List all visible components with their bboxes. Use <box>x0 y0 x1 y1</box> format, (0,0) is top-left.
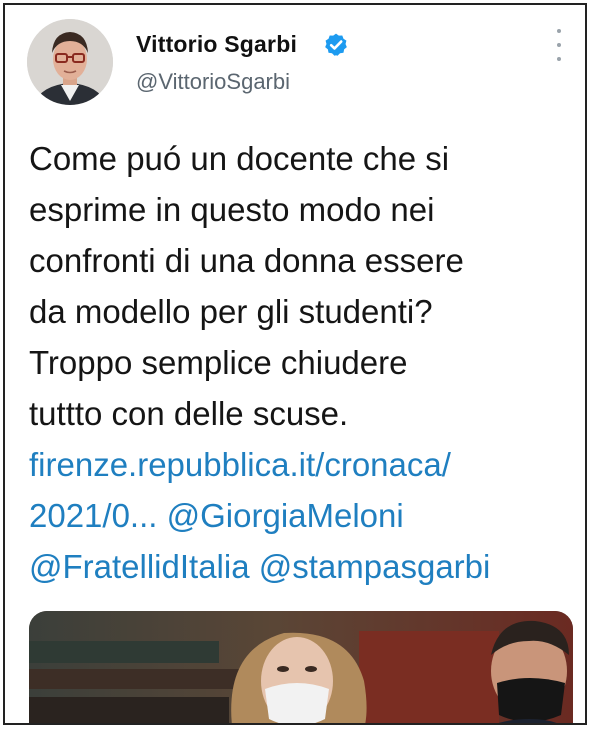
tweet-text-line: confronti di una donna essere <box>29 242 464 279</box>
avatar-photo <box>27 19 113 105</box>
article-link[interactable]: firenze.repubblica.it/cronaca/ <box>29 439 577 490</box>
parliament-photo <box>29 611 573 723</box>
author-avatar[interactable] <box>27 19 113 105</box>
tweet-card: Vittorio Sgarbi @VittorioSgarbi Come puó… <box>3 3 587 725</box>
attached-photo[interactable] <box>29 611 573 723</box>
author-handle[interactable]: @VittorioSgarbi <box>136 69 290 95</box>
tweet-text-line: esprime in questo modo nei <box>29 191 435 228</box>
verified-badge-icon <box>325 33 347 56</box>
article-link-continued[interactable]: 2021/0... <box>29 497 157 534</box>
tweet-text: Come puó un docente che si esprime in qu… <box>29 133 577 592</box>
tweet-text-line: da modello per gli studenti? <box>29 293 433 330</box>
tweet-text-line: tuttto con delle scuse. <box>29 395 349 432</box>
author-name[interactable]: Vittorio Sgarbi <box>136 31 297 58</box>
mention-fratellid-italia[interactable]: @FratellidItalia <box>29 548 250 585</box>
tweet-text-line: Come puó un docente che si <box>29 140 450 177</box>
tweet-text-line: Troppo semplice chiudere <box>29 344 408 381</box>
mention-stampasgarbi[interactable]: @stampasgarbi <box>259 548 491 585</box>
mention-giorgiameloni[interactable]: @GiorgiaMeloni <box>167 497 404 534</box>
more-vertical-icon[interactable] <box>553 29 565 61</box>
